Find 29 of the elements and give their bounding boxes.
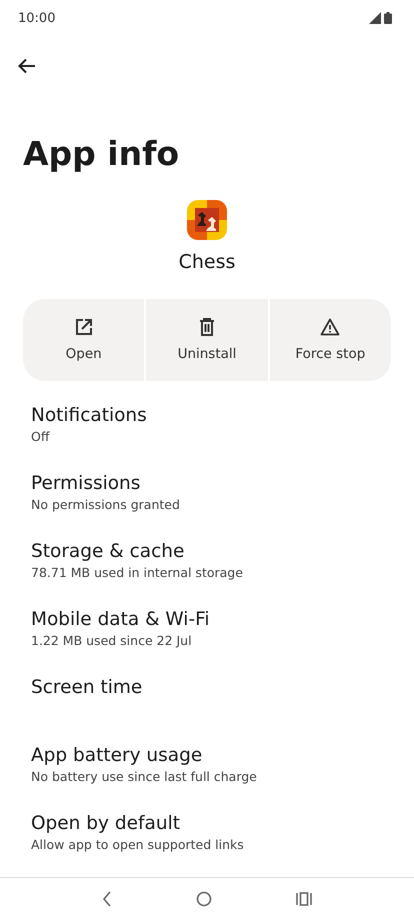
setting-title[interactable]: Screen time bbox=[31, 675, 142, 701]
trash-icon bbox=[198, 318, 215, 336]
action-button[interactable]: Open bbox=[23, 299, 144, 381]
page-title: App info bbox=[23, 133, 180, 175]
setting-title[interactable]: Mobile data & Wi-Fi bbox=[31, 607, 210, 633]
setting-subtitle: Off bbox=[31, 429, 51, 445]
setting-title[interactable]: App battery usage bbox=[31, 743, 202, 769]
recents-icon[interactable] bbox=[296, 892, 312, 906]
setting-title[interactable]: Notifications bbox=[31, 403, 147, 429]
setting-subtitle: Allow app to open supported links bbox=[31, 837, 245, 853]
signal-icon bbox=[369, 12, 381, 24]
action-button[interactable]: Uninstall bbox=[146, 299, 268, 381]
action-button[interactable]: Force stop bbox=[270, 299, 391, 381]
back-arrow-icon[interactable] bbox=[18, 58, 36, 74]
setting-subtitle: No battery use since last full charge bbox=[31, 769, 258, 785]
open-external-icon bbox=[74, 318, 93, 336]
setting-subtitle: 78.71 MB used in internal storage bbox=[31, 565, 244, 581]
setting-subtitle: No permissions granted bbox=[31, 497, 181, 513]
setting-subtitle: 1.22 MB used since 22 Jul bbox=[31, 633, 193, 649]
battery-icon bbox=[384, 12, 392, 24]
chess-app-icon bbox=[187, 200, 227, 240]
back-icon[interactable] bbox=[102, 891, 112, 907]
warning-icon bbox=[320, 318, 340, 336]
status-time: 10:00 bbox=[18, 10, 56, 26]
setting-title[interactable]: Permissions bbox=[31, 471, 140, 497]
app-name: Chess bbox=[178, 251, 236, 273]
home-icon[interactable] bbox=[196, 891, 212, 907]
setting-title[interactable]: Storage & cache bbox=[31, 539, 184, 565]
setting-title[interactable]: Open by default bbox=[31, 811, 180, 837]
